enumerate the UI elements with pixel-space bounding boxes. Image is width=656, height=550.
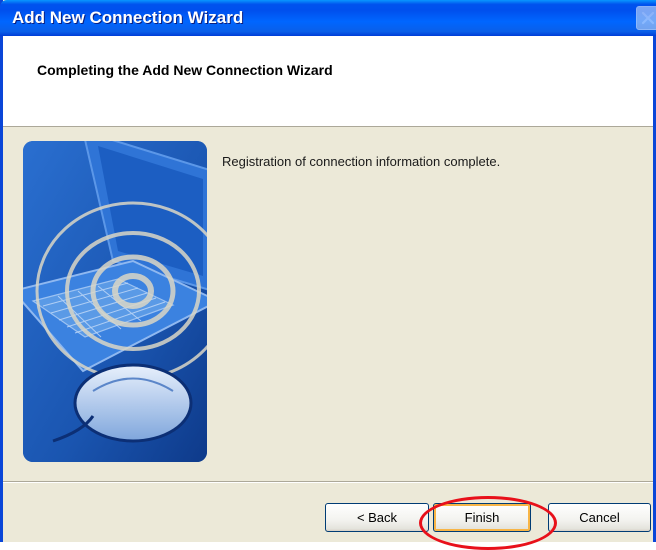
page-title: Completing the Add New Connection Wizard xyxy=(37,62,333,78)
finish-button[interactable]: Finish xyxy=(433,503,531,532)
wizard-header: Completing the Add New Connection Wizard xyxy=(3,36,653,127)
completion-message: Registration of connection information c… xyxy=(222,154,501,169)
window-title: Add New Connection Wizard xyxy=(12,8,244,27)
laptop-wireless-illustration xyxy=(23,141,207,462)
wizard-window: Add New Connection Wizard Completing the… xyxy=(0,0,656,550)
back-button[interactable]: < Back xyxy=(325,503,429,532)
button-separator xyxy=(3,481,653,483)
close-icon[interactable] xyxy=(636,6,656,30)
cancel-button[interactable]: Cancel xyxy=(548,503,651,532)
title-bar[interactable]: Add New Connection Wizard xyxy=(0,0,656,36)
